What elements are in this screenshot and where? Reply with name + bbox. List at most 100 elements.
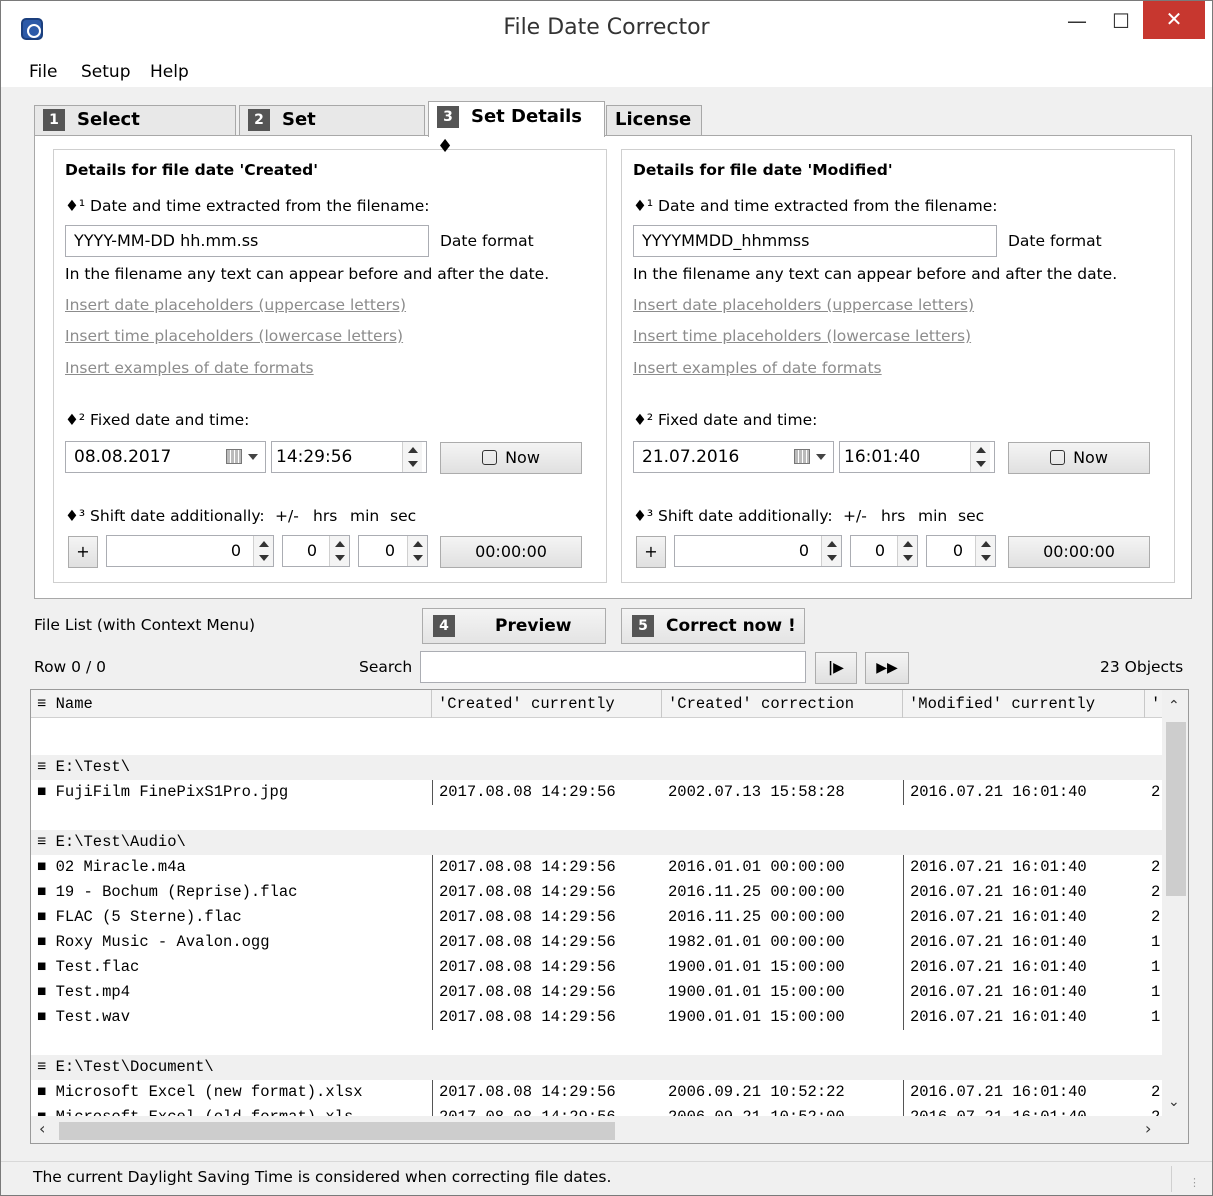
spinner-icon[interactable] [253,536,273,566]
vertical-scroll-thumb[interactable] [1166,722,1186,896]
column-header-modified-currently[interactable]: 'Modified' currently [903,690,1145,718]
menu-help[interactable]: Help [150,62,189,82]
modified-shift-min-value: 0 [874,541,885,560]
chevron-left-icon[interactable]: ‹ [39,1119,45,1138]
horizontal-scroll-thumb[interactable] [59,1122,615,1140]
modified-now-button[interactable]: Now [1008,442,1150,474]
modified-insert-examples-link[interactable]: Insert examples of date formats [633,359,882,377]
table-row[interactable]: ■ FLAC (5 Sterne).flac 2017.08.08 14:29:5… [31,905,1162,930]
minimize-button[interactable]: — [1057,5,1097,41]
tab-set-correction[interactable]: 2Set Correction [239,105,425,158]
created-group-title: Details for file date 'Created' [65,161,319,179]
calendar-icon[interactable] [226,449,242,464]
resize-grip-icon[interactable]: ⋮ [1189,1176,1200,1189]
close-button[interactable]: ✕ [1143,1,1205,39]
column-header-name[interactable]: ≡ Name [31,690,432,718]
chevron-down-icon[interactable] [816,454,826,460]
menu-file[interactable]: File [29,62,57,82]
modified-shift-min-stepper[interactable]: 0 [850,535,918,567]
modified-filename-hint: In the filename any text can appear befo… [633,265,1118,283]
created-min-label: min [350,507,380,525]
created-shift-hrs-stepper[interactable]: 0 [106,535,274,567]
created-shift-min-stepper[interactable]: 0 [282,535,350,567]
created-insert-date-placeholders-link[interactable]: Insert date placeholders (uppercase lett… [65,296,406,314]
created-fixed-time-input[interactable]: 14:29:56 [271,441,427,473]
created-insert-time-placeholders-link[interactable]: Insert time placeholders (lowercase lett… [65,327,403,345]
column-header-modified-correction[interactable]: ' [1145,690,1162,718]
correct-now-button[interactable]: 5 Correct now ! [621,608,805,644]
group-path: ≡ E:\Test\ [37,758,131,776]
created-fixed-label: ♦² Fixed date and time: [65,411,250,429]
status-bar: The current Daylight Saving Time is cons… [1,1161,1212,1195]
cell-m-cur: 2016.07.21 16:01:40 [903,955,1145,980]
chevron-down-icon[interactable] [248,454,258,460]
table-row[interactable]: ■ 02 Miracle.m4a 2017.08.08 14:29:56 2016.… [31,855,1162,880]
group-row[interactable]: ≡ E:\Test\Document\ [31,1055,1162,1080]
modified-insert-time-placeholders-link[interactable]: Insert time placeholders (lowercase lett… [633,327,971,345]
created-shift-hrs-value: 0 [230,541,241,560]
preview-button[interactable]: 4 Preview [422,608,606,644]
cell-c-cur: 2017.08.08 14:29:56 [432,780,662,805]
modified-fixed-date-picker[interactable]: 21.07.2016 [633,441,834,473]
spinner-icon[interactable] [329,536,349,566]
search-input[interactable] [420,651,806,683]
table-row[interactable]: ■ Test.mp4 2017.08.08 14:29:56 1900.01.01 … [31,980,1162,1005]
created-sec-label: sec [390,507,417,525]
created-shift-sec-stepper[interactable]: 0 [358,535,428,567]
checkbox-icon [482,450,498,465]
table-row[interactable]: ■ FujiFilm FinePixS1Pro.jpg 2017.08.08 14… [31,780,1162,805]
cell-name: ■ Test.flac [37,958,140,976]
app-window: File Date Corrector — ☐ ✕ File Setup Hel… [0,0,1213,1196]
group-row[interactable]: ≡ E:\Test\ [31,755,1162,780]
modified-shift-result-button[interactable]: 00:00:00 [1008,536,1150,568]
tab-select-directory[interactable]: 1Select Directory [34,105,236,158]
created-fixed-date-picker[interactable]: 08.08.2017 [65,441,266,473]
find-all-icon[interactable]: ▶▶ [865,652,909,684]
cell-name: ■ Test.mp4 [37,983,131,1001]
column-header-created-correction[interactable]: 'Created' correction [662,690,903,718]
table-row[interactable]: ■ Test.flac 2017.08.08 14:29:56 1900.01.01… [31,955,1162,980]
file-list-grid[interactable]: ≡ Name 'Created' currently 'Created' cor… [30,689,1189,1144]
maximize-button[interactable]: ☐ [1101,5,1141,41]
created-shift-result-button[interactable]: 00:00:00 [440,536,582,568]
modified-fixed-time-input[interactable]: 16:01:40 [839,441,995,473]
cell-c-cor: 2016.11.25 00:00:00 [668,908,845,926]
table-row[interactable]: ■ Roxy Music - Avalon.ogg 2017.08.08 14:2… [31,930,1162,955]
created-sign-button[interactable]: + [68,536,98,568]
find-next-icon[interactable]: |▶ [815,652,857,684]
tab-license[interactable]: License [606,105,702,135]
chevron-right-icon[interactable]: › [1145,1119,1151,1138]
created-now-button[interactable]: Now [440,442,582,474]
modified-shift-hrs-stepper[interactable]: 0 [674,535,842,567]
spinner-icon[interactable] [821,536,841,566]
modified-shift-sec-stepper[interactable]: 0 [926,535,996,567]
column-header-created-currently[interactable]: 'Created' currently [432,690,662,718]
created-date-format-input[interactable]: YYYY-MM-DD hh.mm.ss [65,225,429,257]
cell-m-cur: 2016.07.21 16:01:40 [903,780,1145,805]
spinner-icon[interactable] [970,442,990,472]
table-row[interactable]: ■ Test.wav 2017.08.08 14:29:56 1900.01.01 … [31,1005,1162,1030]
cell-name: ■ Test.wav [37,1008,131,1026]
spinner-icon[interactable] [897,536,917,566]
menu-setup[interactable]: Setup [81,62,130,82]
tab-label: License [615,109,692,130]
modified-date-format-input[interactable]: YYYYMMDD_hhmmss [633,225,997,257]
created-insert-examples-link[interactable]: Insert examples of date formats [65,359,314,377]
group-path: ≡ E:\Test\Audio\ [37,833,186,851]
table-row[interactable]: ■ 19 - Bochum (Reprise).flac 2017.08.08 1… [31,880,1162,905]
chevron-down-icon[interactable]: ⌄ [1168,1094,1180,1110]
calendar-icon[interactable] [794,449,810,464]
group-row[interactable]: ≡ E:\Test\Audio\ [31,830,1162,855]
title-bar[interactable]: File Date Corrector — ☐ ✕ [1,1,1212,59]
table-row[interactable]: ■ Microsoft Excel (new format).xlsx 2017.… [31,1080,1162,1105]
modified-insert-date-placeholders-link[interactable]: Insert date placeholders (uppercase lett… [633,296,974,314]
spinner-icon[interactable] [407,536,427,566]
spinner-icon[interactable] [975,536,995,566]
spinner-icon[interactable] [402,442,422,472]
created-plusminus-label: +/- [275,507,299,525]
cell-name: ■ FLAC (5 Sterne).flac [37,908,242,926]
tab-set-details[interactable]: 3 Set Details ♦ [428,101,605,157]
cell-c-cur: 2017.08.08 14:29:56 [432,880,662,905]
modified-sign-button[interactable]: + [636,536,666,568]
chevron-up-icon[interactable]: ⌃ [1168,698,1180,714]
